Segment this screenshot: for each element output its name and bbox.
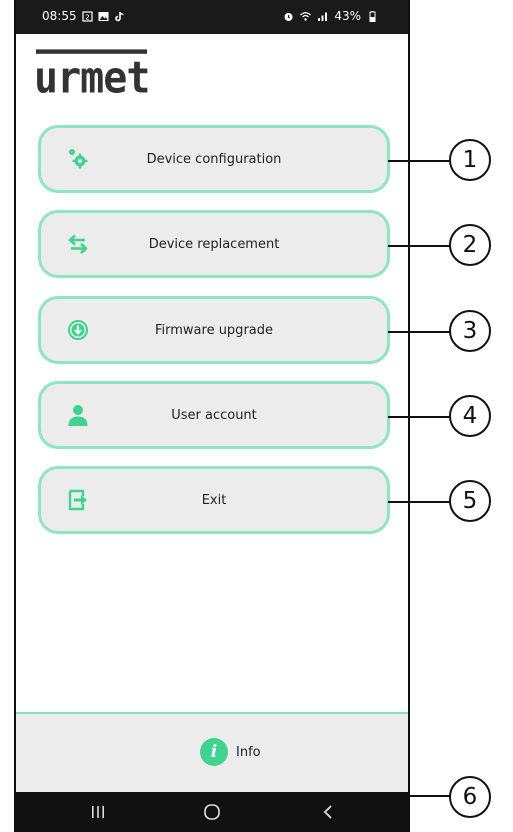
firmware-upgrade-label: Firmware upgrade <box>154 322 273 338</box>
exit-label: Exit <box>201 492 227 508</box>
device-replacement-label: Device replacement <box>148 236 280 252</box>
firmware-upgrade-button[interactable]: Firmware upgrade <box>38 296 390 364</box>
info-button[interactable]: i Info <box>200 738 261 766</box>
phone-screen: 08:55 2 43% urmet Device configuration D… <box>14 0 410 832</box>
callout-line-5 <box>388 501 450 503</box>
callout-6: 6 <box>449 776 491 818</box>
device-configuration-label: Device configuration <box>146 151 282 167</box>
user-account-label: User account <box>171 407 257 423</box>
callout-4: 4 <box>449 395 491 437</box>
urmet-logo: urmet <box>34 49 150 104</box>
user-icon <box>68 405 88 426</box>
status-bar: 08:55 2 43% <box>16 0 408 34</box>
status-time: 08:55 <box>42 9 77 23</box>
wifi-icon <box>300 11 312 21</box>
home-icon <box>204 804 220 820</box>
back-button[interactable] <box>308 800 348 824</box>
callout-line-4 <box>388 416 450 418</box>
tiktok-icon <box>114 11 124 21</box>
status-left: 08:55 2 <box>42 9 125 23</box>
battery-percent: 43% <box>334 9 361 23</box>
footer-bar: i Info <box>16 714 408 792</box>
callout-1: 1 <box>449 139 491 181</box>
callout-5: 5 <box>449 480 491 522</box>
signal-icon <box>318 12 328 21</box>
gear-icon <box>69 149 88 169</box>
callout-line-2 <box>388 245 450 247</box>
gallery-icon <box>98 11 109 21</box>
download-icon <box>68 320 88 340</box>
sim-icon: 2 <box>81 10 93 22</box>
callout-line-6 <box>290 795 450 797</box>
back-icon <box>323 805 332 819</box>
callout-line-1 <box>388 160 450 162</box>
swap-arrows-icon <box>68 234 88 254</box>
exit-icon <box>68 489 87 511</box>
android-navigation-bar <box>16 792 408 832</box>
device-configuration-button[interactable]: Device configuration <box>38 125 390 193</box>
device-replacement-button[interactable]: Device replacement <box>38 210 390 278</box>
user-account-button[interactable]: User account <box>38 381 390 449</box>
status-right: 43% <box>283 9 378 23</box>
info-icon: i <box>200 738 228 766</box>
home-button[interactable] <box>192 800 232 824</box>
alarm-icon <box>284 12 293 21</box>
recent-apps-button[interactable] <box>78 800 118 824</box>
callout-2: 2 <box>449 224 491 266</box>
info-label: Info <box>236 744 261 760</box>
battery-icon <box>369 10 376 22</box>
callout-3: 3 <box>449 310 491 352</box>
callout-line-3 <box>388 331 450 333</box>
exit-button[interactable]: Exit <box>38 466 390 534</box>
recent-apps-icon <box>92 806 104 818</box>
svg-text:2: 2 <box>85 13 89 21</box>
